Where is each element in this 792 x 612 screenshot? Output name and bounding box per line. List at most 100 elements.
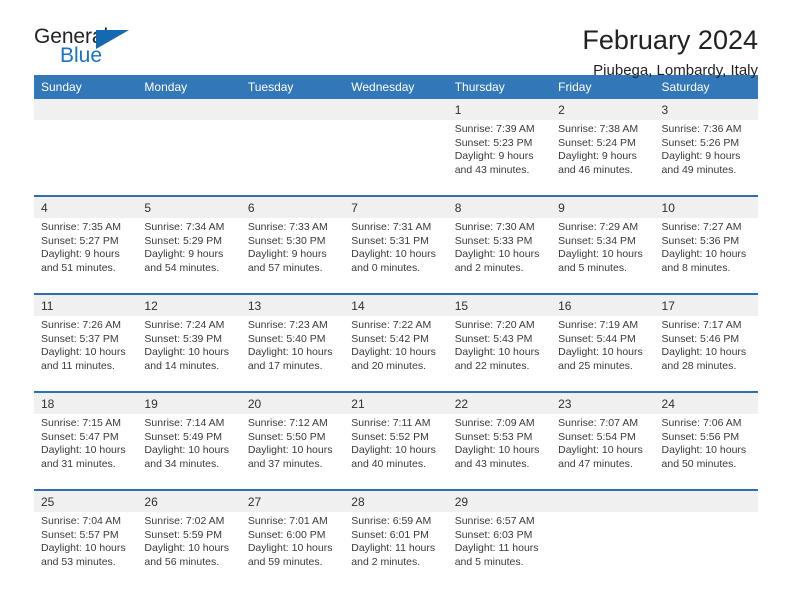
- week-3-day-details: Sunrise: 7:26 AM Sunset: 5:37 PM Dayligh…: [34, 316, 758, 392]
- day-cell[interactable]: Sunrise: 6:59 AM Sunset: 6:01 PM Dayligh…: [344, 512, 448, 587]
- day-cell[interactable]: Sunrise: 7:19 AM Sunset: 5:44 PM Dayligh…: [551, 316, 655, 392]
- sunrise-text: Sunrise: 6:59 AM: [351, 515, 432, 527]
- week-5-day-details: Sunrise: 7:04 AM Sunset: 5:57 PM Dayligh…: [34, 512, 758, 587]
- day-number[interactable]: 10: [654, 195, 758, 218]
- day-number[interactable]: 16: [551, 293, 655, 316]
- day-number[interactable]: 25: [34, 489, 138, 512]
- day-number[interactable]: 27: [240, 489, 345, 512]
- day-cell[interactable]: Sunrise: 7:36 AM Sunset: 5:26 PM Dayligh…: [654, 120, 758, 196]
- day-number[interactable]: 8: [447, 195, 552, 218]
- sunset-text: Sunset: 5:24 PM: [558, 136, 636, 149]
- day-number[interactable]: 5: [137, 195, 241, 218]
- day-number[interactable]: 9: [551, 195, 655, 218]
- page-header: General Blue February 2024 Piubega, Lomb…: [34, 0, 758, 79]
- day-cell[interactable]: Sunrise: 7:04 AM Sunset: 5:57 PM Dayligh…: [34, 512, 138, 587]
- day-number[interactable]: 29: [447, 489, 552, 512]
- day-cell[interactable]: Sunrise: 7:07 AM Sunset: 5:54 PM Dayligh…: [551, 414, 655, 490]
- day-number[interactable]: [137, 99, 241, 120]
- day-number[interactable]: 24: [654, 391, 758, 414]
- day-cell[interactable]: [344, 120, 448, 196]
- day-cell[interactable]: Sunrise: 7:14 AM Sunset: 5:49 PM Dayligh…: [137, 414, 241, 490]
- day-cell[interactable]: [551, 512, 655, 587]
- day-cell[interactable]: [240, 120, 345, 196]
- day-cell[interactable]: Sunrise: 7:31 AM Sunset: 5:31 PM Dayligh…: [344, 218, 448, 294]
- day-number[interactable]: 7: [344, 195, 448, 218]
- day-number[interactable]: 4: [34, 195, 138, 218]
- day-cell[interactable]: Sunrise: 6:57 AM Sunset: 6:03 PM Dayligh…: [447, 512, 552, 587]
- general-blue-logo[interactable]: General Blue: [34, 24, 154, 76]
- day-number[interactable]: 18: [34, 391, 138, 414]
- day-cell[interactable]: Sunrise: 7:17 AM Sunset: 5:46 PM Dayligh…: [654, 316, 758, 392]
- day-number[interactable]: 17: [654, 293, 758, 316]
- day-number[interactable]: [34, 99, 138, 120]
- daylight-text-line1: Daylight: 9 hours: [558, 150, 637, 163]
- day-cell[interactable]: Sunrise: 7:02 AM Sunset: 5:59 PM Dayligh…: [137, 512, 241, 587]
- day-cell[interactable]: Sunrise: 7:27 AM Sunset: 5:36 PM Dayligh…: [654, 218, 758, 294]
- day-number[interactable]: 22: [447, 391, 552, 414]
- day-number[interactable]: 19: [137, 391, 241, 414]
- daylight-text-line1: Daylight: 10 hours: [351, 346, 436, 359]
- day-cell[interactable]: Sunrise: 7:15 AM Sunset: 5:47 PM Dayligh…: [34, 414, 138, 490]
- sunset-text: Sunset: 5:31 PM: [351, 234, 429, 247]
- sunrise-text: Sunrise: 7:17 AM: [661, 319, 742, 331]
- week-1-date-numbers: 1 2 3: [34, 99, 758, 120]
- daylight-text-line1: Daylight: 10 hours: [41, 542, 126, 555]
- daylight-text-line2: and 43 minutes.: [454, 163, 530, 176]
- day-number[interactable]: 23: [551, 391, 655, 414]
- day-cell[interactable]: [654, 512, 758, 587]
- day-number[interactable]: [240, 99, 345, 120]
- sunset-text: Sunset: 5:29 PM: [144, 234, 223, 247]
- day-cell[interactable]: Sunrise: 7:33 AM Sunset: 5:30 PM Dayligh…: [240, 218, 345, 294]
- day-number[interactable]: 20: [240, 391, 345, 414]
- day-cell[interactable]: Sunrise: 7:35 AM Sunset: 5:27 PM Dayligh…: [34, 218, 138, 294]
- sunrise-text: Sunrise: 7:29 AM: [558, 221, 639, 233]
- day-number[interactable]: 6: [240, 195, 345, 218]
- daylight-text-line2: and 14 minutes.: [144, 359, 220, 372]
- daylight-text-line2: and 11 minutes.: [41, 359, 115, 372]
- week-4-day-details: Sunrise: 7:15 AM Sunset: 5:47 PM Dayligh…: [34, 414, 758, 490]
- weekday-header-thursday: Thursday: [447, 75, 552, 99]
- daylight-text-line2: and 59 minutes.: [247, 555, 323, 568]
- day-cell[interactable]: Sunrise: 7:06 AM Sunset: 5:56 PM Dayligh…: [654, 414, 758, 490]
- day-cell[interactable]: Sunrise: 7:26 AM Sunset: 5:37 PM Dayligh…: [34, 316, 138, 392]
- daylight-text-line1: Daylight: 10 hours: [247, 346, 333, 359]
- day-cell[interactable]: Sunrise: 7:12 AM Sunset: 5:50 PM Dayligh…: [240, 414, 345, 490]
- day-cell[interactable]: Sunrise: 7:23 AM Sunset: 5:40 PM Dayligh…: [240, 316, 345, 392]
- day-number[interactable]: 21: [344, 391, 448, 414]
- day-cell[interactable]: Sunrise: 7:09 AM Sunset: 5:53 PM Dayligh…: [447, 414, 552, 490]
- day-number[interactable]: 14: [344, 293, 448, 316]
- day-number[interactable]: [551, 489, 655, 512]
- daylight-text-line2: and 40 minutes.: [351, 457, 426, 470]
- day-number[interactable]: 11: [34, 293, 138, 316]
- day-cell[interactable]: Sunrise: 7:38 AM Sunset: 5:24 PM Dayligh…: [551, 120, 655, 196]
- daylight-text-line1: Daylight: 11 hours: [351, 542, 436, 555]
- sunset-text: Sunset: 5:37 PM: [41, 332, 119, 345]
- daylight-text-line2: and 2 minutes.: [454, 261, 524, 274]
- day-number[interactable]: [654, 489, 758, 512]
- day-cell[interactable]: Sunrise: 7:24 AM Sunset: 5:39 PM Dayligh…: [137, 316, 241, 392]
- day-number[interactable]: 15: [447, 293, 552, 316]
- sunset-text: Sunset: 5:33 PM: [454, 234, 533, 247]
- day-cell[interactable]: Sunrise: 7:01 AM Sunset: 6:00 PM Dayligh…: [240, 512, 345, 587]
- daylight-text-line2: and 25 minutes.: [558, 359, 633, 372]
- daylight-text-line2: and 5 minutes.: [558, 261, 627, 274]
- daylight-text-line1: Daylight: 10 hours: [247, 542, 333, 555]
- day-cell[interactable]: Sunrise: 7:22 AM Sunset: 5:42 PM Dayligh…: [344, 316, 448, 392]
- day-cell[interactable]: [137, 120, 241, 196]
- day-number[interactable]: 3: [654, 99, 758, 120]
- daylight-text-line2: and 37 minutes.: [247, 457, 323, 470]
- day-number[interactable]: 28: [344, 489, 448, 512]
- day-cell[interactable]: [34, 120, 138, 196]
- day-cell[interactable]: Sunrise: 7:34 AM Sunset: 5:29 PM Dayligh…: [137, 218, 241, 294]
- day-cell[interactable]: Sunrise: 7:39 AM Sunset: 5:23 PM Dayligh…: [447, 120, 552, 196]
- day-number[interactable]: 13: [240, 293, 345, 316]
- day-cell[interactable]: Sunrise: 7:30 AM Sunset: 5:33 PM Dayligh…: [447, 218, 552, 294]
- day-cell[interactable]: Sunrise: 7:11 AM Sunset: 5:52 PM Dayligh…: [344, 414, 448, 490]
- day-number[interactable]: 1: [447, 99, 552, 120]
- day-number[interactable]: 12: [137, 293, 241, 316]
- day-number[interactable]: [344, 99, 448, 120]
- day-cell[interactable]: Sunrise: 7:29 AM Sunset: 5:34 PM Dayligh…: [551, 218, 655, 294]
- day-cell[interactable]: Sunrise: 7:20 AM Sunset: 5:43 PM Dayligh…: [447, 316, 552, 392]
- day-number[interactable]: 2: [551, 99, 655, 120]
- day-number[interactable]: 26: [137, 489, 241, 512]
